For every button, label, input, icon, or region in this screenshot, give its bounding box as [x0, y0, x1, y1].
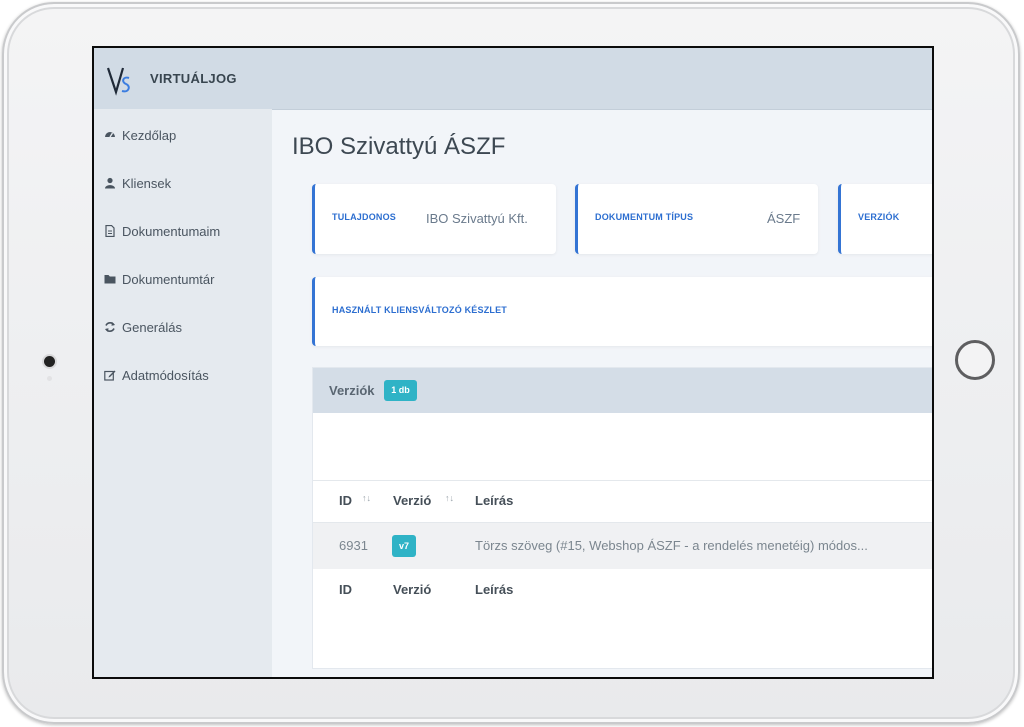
footer-column-id: ID	[339, 582, 352, 597]
sidebar: Kezdőlap Kliensek Dokumentumaim Dokument…	[94, 109, 272, 679]
camera-sensor	[47, 376, 52, 381]
sidebar-item-generalas[interactable]: Generálás	[104, 317, 182, 337]
sidebar-item-label: Dokumentumtár	[122, 271, 215, 287]
version-badge[interactable]: v7	[392, 535, 416, 557]
sidebar-item-adatmodositas[interactable]: Adatmódosítás	[104, 365, 209, 385]
user-icon	[105, 177, 115, 189]
top-bar: VIRTUÁLJOG	[94, 48, 932, 110]
sidebar-item-label: Kliensek	[122, 175, 172, 191]
table-row[interactable]: 6931 v7 Törzs szöveg (#15, Webshop ÁSZF …	[313, 522, 932, 569]
row-description: Törzs szöveg (#15, Webshop ÁSZF - a rend…	[475, 538, 868, 553]
folder-icon	[104, 275, 116, 284]
sidebar-accent-line	[94, 677, 194, 679]
sidebar-item-kezdolap[interactable]: Kezdőlap	[104, 125, 176, 145]
logo-icon[interactable]	[107, 64, 133, 96]
camera-lens	[44, 356, 55, 367]
sidebar-item-kliensek[interactable]: Kliensek	[104, 173, 171, 193]
sidebar-item-label: Dokumentumaim	[122, 223, 221, 239]
main-content: IBO Szivattyú ÁSZF TULAJDONOS IBO Szivat…	[272, 109, 932, 677]
column-header-description: Leírás	[475, 493, 514, 508]
sidebar-item-dokumentumtar[interactable]: Dokumentumtár	[104, 269, 214, 289]
doctype-value: ÁSZF	[767, 211, 801, 226]
table-header-divider	[313, 480, 932, 481]
row-id: 6931	[339, 538, 368, 553]
sidebar-item-label: Generálás	[122, 319, 182, 335]
sidebar-item-label: Kezdőlap	[122, 127, 177, 143]
footer-column-description: Leírás	[475, 582, 514, 597]
sort-icon[interactable]: ↑↓	[445, 493, 454, 503]
column-header-version[interactable]: Verzió	[393, 493, 431, 508]
screen: VIRTUÁLJOG Kezdőlap Kliensek Dokumentuma…	[92, 46, 934, 679]
owner-card: TULAJDONOS IBO Szivattyú Kft.	[312, 184, 556, 254]
sidebar-item-label: Adatmódosítás	[122, 367, 209, 383]
owner-label: TULAJDONOS	[332, 212, 397, 222]
versions-count-badge: 1 db	[384, 380, 417, 401]
versions-panel-header: Verziók 1 db	[313, 368, 932, 413]
brand-name[interactable]: VIRTUÁLJOG	[150, 71, 237, 86]
sidebar-item-dokumentumaim[interactable]: Dokumentumaim	[104, 221, 220, 241]
document-icon	[105, 225, 115, 237]
page-title: IBO Szivattyú ÁSZF	[292, 133, 506, 160]
edit-icon	[104, 370, 116, 381]
doctype-card: DOKUMENTUM TÍPUS ÁSZF	[575, 184, 818, 254]
owner-value: IBO Szivattyú Kft.	[426, 211, 528, 226]
client-variables-label: HASZNÁLT KLIENSVÁLTOZÓ KÉSZLET	[332, 305, 507, 315]
home-button[interactable]	[955, 340, 995, 380]
column-header-id[interactable]: ID	[339, 493, 352, 508]
footer-column-version: Verzió	[393, 582, 432, 597]
versions-card: VERZIÓK	[838, 184, 932, 254]
refresh-icon	[105, 322, 115, 332]
dashboard-icon	[105, 132, 115, 138]
versions-panel-title: Verziók	[329, 383, 375, 398]
sort-icon[interactable]: ↑↓	[362, 493, 371, 503]
client-variables-card: HASZNÁLT KLIENSVÁLTOZÓ KÉSZLET	[312, 277, 932, 346]
versions-label: VERZIÓK	[858, 212, 900, 222]
doctype-label: DOKUMENTUM TÍPUS	[595, 212, 694, 222]
versions-panel: Verziók 1 db ID ↑↓ Verzió ↑↓ Leírás 6931…	[312, 367, 932, 669]
